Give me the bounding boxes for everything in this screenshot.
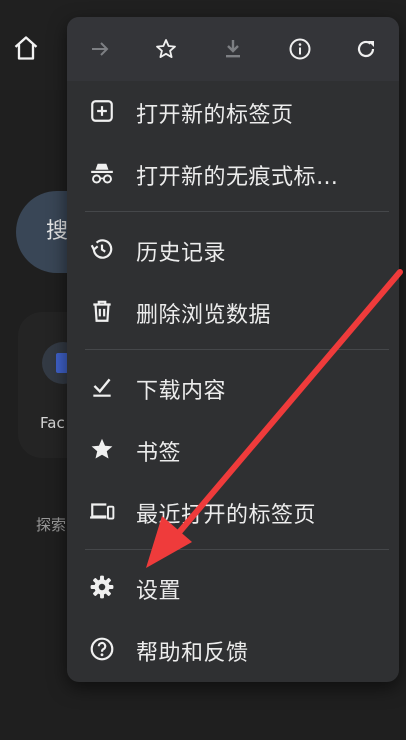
menu-item-recent-tabs[interactable]: 最近打开的标签页: [67, 483, 399, 539]
recent-tabs-icon: [90, 503, 115, 520]
info-icon: [289, 38, 311, 60]
star-outline-icon: [156, 39, 176, 58]
history-icon: [90, 239, 113, 259]
search-text: 搜: [46, 219, 69, 244]
menu-item-help-feedback[interactable]: 帮助和反馈: [67, 621, 399, 677]
explore-label: 探索: [36, 516, 67, 534]
overflow-menu: 打开新的标签页 打开新的无痕式标… 历史记录 删除浏览数据 下载内容 书签 最近…: [67, 17, 399, 682]
menu-item-label: 历史记录: [136, 241, 227, 266]
help-icon: [90, 637, 114, 661]
incognito-icon: [91, 163, 113, 184]
download-icon: [226, 40, 240, 58]
menu-toolbar: [67, 17, 399, 81]
menu-item-label: 打开新的无痕式标…: [136, 165, 339, 190]
menu-item-settings[interactable]: 设置: [67, 559, 399, 615]
menu-item-history[interactable]: 历史记录: [67, 221, 399, 277]
gear-icon: [90, 575, 114, 599]
new-tab-icon: [91, 100, 113, 122]
downloads-icon: [93, 378, 111, 397]
refresh-icon: [357, 40, 375, 58]
menu-divider: [85, 349, 389, 350]
menu-item-bookmarks[interactable]: 书签: [67, 421, 399, 477]
menu-item-new-tab[interactable]: 打开新的标签页: [67, 83, 399, 139]
menu-item-label: 删除浏览数据: [136, 303, 272, 328]
menu-divider: [85, 211, 389, 212]
menu-item-label: 书签: [136, 441, 182, 466]
trash-icon: [93, 300, 111, 322]
shortcut-label: Fac: [40, 414, 65, 432]
download-page-button[interactable]: [214, 30, 252, 68]
menu-item-label: 打开新的标签页: [136, 103, 294, 128]
page-info-button[interactable]: [281, 30, 319, 68]
reload-button[interactable]: [347, 30, 385, 68]
menu-item-label: 最近打开的标签页: [136, 503, 317, 528]
menu-item-clear-browsing-data[interactable]: 删除浏览数据: [67, 283, 399, 339]
menu-item-downloads[interactable]: 下载内容: [67, 359, 399, 415]
bookmark-button[interactable]: [147, 30, 185, 68]
menu-item-label: 设置: [136, 579, 182, 604]
menu-divider: [85, 549, 389, 550]
forward-button[interactable]: [81, 30, 119, 68]
star-filled-icon: [91, 438, 113, 459]
forward-icon: [92, 42, 109, 56]
menu-item-incognito[interactable]: 打开新的无痕式标…: [67, 145, 399, 201]
menu-item-label: 下载内容: [136, 379, 227, 404]
home-icon[interactable]: [12, 34, 40, 62]
menu-item-label: 帮助和反馈: [136, 641, 249, 666]
